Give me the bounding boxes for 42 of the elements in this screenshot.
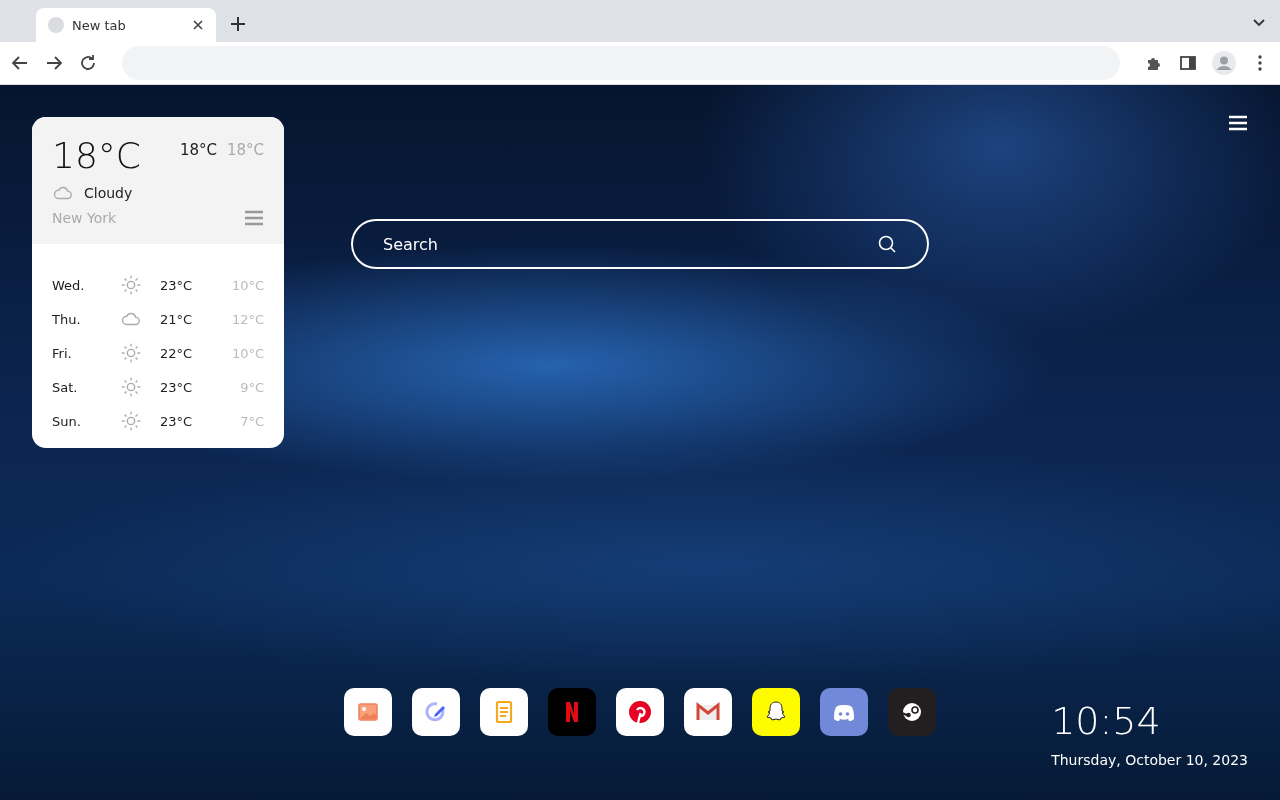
forecast-day: Wed. bbox=[52, 277, 112, 293]
plus-icon[interactable] bbox=[228, 14, 248, 34]
app-shortcut[interactable] bbox=[752, 688, 800, 736]
clock-time: 10:54 bbox=[1051, 702, 1161, 740]
forecast-low: 9°C bbox=[239, 379, 264, 395]
app-shortcut[interactable] bbox=[344, 688, 392, 736]
forecast-low: 10°C bbox=[230, 277, 264, 293]
forecast-high: 23°C bbox=[158, 277, 194, 293]
forecast-day: Sun. bbox=[52, 413, 112, 429]
app-shortcut[interactable] bbox=[412, 688, 460, 736]
browser-tab[interactable]: New tab bbox=[36, 8, 216, 42]
sun-icon bbox=[120, 274, 142, 296]
forecast-low: 7°C bbox=[239, 413, 264, 429]
search-icon[interactable] bbox=[877, 234, 897, 254]
sun-icon bbox=[120, 410, 142, 432]
sun-icon bbox=[120, 342, 142, 364]
city-name: New York bbox=[52, 210, 118, 226]
app-shortcut[interactable] bbox=[888, 688, 936, 736]
forecast-day: Fri. bbox=[52, 345, 112, 361]
low-temperature: 18°C bbox=[226, 141, 264, 159]
side-panel-icon[interactable] bbox=[1178, 53, 1198, 73]
app-shortcut[interactable] bbox=[684, 688, 732, 736]
clock-date: Thursday, October 10, 2023 bbox=[1051, 752, 1248, 768]
forecast-low: 10°C bbox=[230, 345, 264, 361]
reload-icon[interactable] bbox=[78, 53, 98, 73]
chevron-down-icon[interactable] bbox=[1252, 18, 1266, 28]
app-shortcut[interactable] bbox=[820, 688, 868, 736]
high-temperature: 18°C bbox=[179, 141, 217, 159]
forecast-low: 12°C bbox=[230, 311, 264, 327]
forecast-high: 21°C bbox=[158, 311, 194, 327]
current-temperature: 18°C bbox=[52, 135, 142, 176]
weather-condition: Cloudy bbox=[84, 185, 133, 201]
profile-avatar-icon[interactable] bbox=[1212, 51, 1236, 75]
sun-icon bbox=[120, 376, 142, 398]
forecast-high: 23°C bbox=[158, 379, 194, 395]
app-shortcut[interactable] bbox=[480, 688, 528, 736]
app-shortcut[interactable] bbox=[616, 688, 664, 736]
search-field[interactable]: Search bbox=[351, 219, 929, 269]
forecast-day: Thu. bbox=[52, 311, 112, 327]
forecast-high: 23°C bbox=[158, 413, 194, 429]
forecast-high: 22°C bbox=[158, 345, 194, 361]
forecast-day: Sat. bbox=[52, 379, 112, 395]
